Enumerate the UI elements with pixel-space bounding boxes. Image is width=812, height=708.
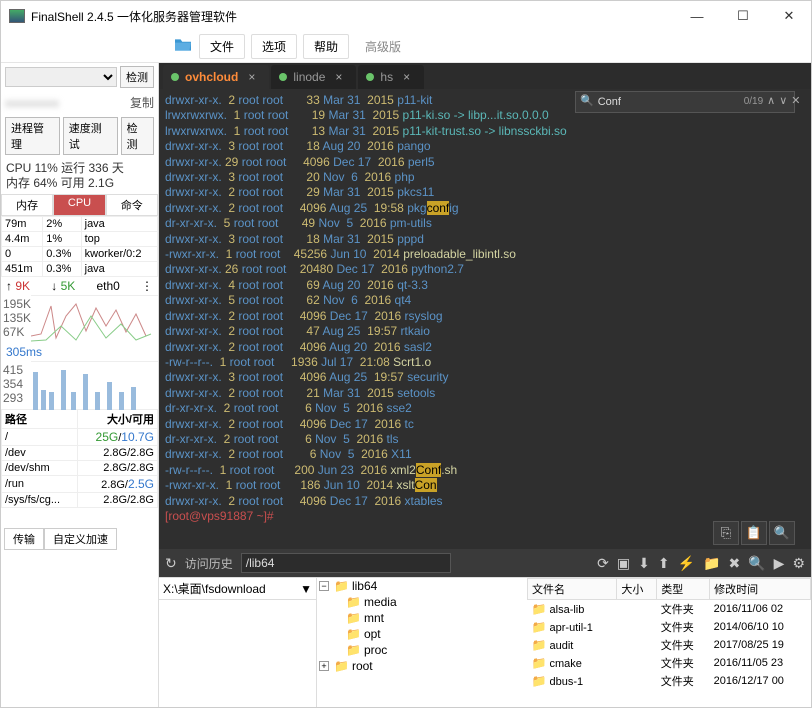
cpu-info: CPU 11% 运行 336 天 <box>6 161 153 176</box>
file-row[interactable]: 📁 alsa-lib文件夹2016/11/06 02 <box>528 600 811 619</box>
net-up: ↑ 9K <box>6 279 30 293</box>
mem-info: 内存 64% 可用 2.1G <box>6 176 153 191</box>
app-icon <box>9 9 25 23</box>
tree-node[interactable]: 📁 proc <box>317 642 527 658</box>
paste-icon[interactable]: 📋 <box>741 521 767 545</box>
local-path[interactable]: X:\桌面\fsdownload▼ <box>159 578 316 600</box>
search-next-icon[interactable]: ∨ <box>779 94 787 109</box>
file-list[interactable]: 文件名大小类型修改时间📁 alsa-lib文件夹2016/11/06 02📁 a… <box>527 578 811 707</box>
copy-icon[interactable]: ⎘ <box>713 521 739 545</box>
menu-options[interactable]: 选项 <box>251 34 297 59</box>
window-title: FinalShell 2.4.5 一体化服务器管理软件 <box>31 8 683 25</box>
copy-button[interactable]: 复制 <box>130 94 154 111</box>
tree-node[interactable]: 📁 mnt <box>317 610 527 626</box>
tab-close-icon[interactable]: × <box>403 70 410 84</box>
tab-transfer[interactable]: 传输 <box>4 528 44 550</box>
search-close-icon[interactable]: ✕ <box>791 94 800 109</box>
tab-custom-accel[interactable]: 自定义加速 <box>44 528 117 550</box>
prompt: [root@vps91887 ~]# <box>165 509 274 523</box>
delete-icon[interactable]: ✖ <box>728 555 740 572</box>
settings-icon[interactable]: ⚙ <box>792 555 805 572</box>
tab-ovhcloud[interactable]: ovhcloud× <box>163 65 269 89</box>
tab-close-icon[interactable]: × <box>248 70 255 84</box>
find-icon[interactable]: 🔍 <box>769 521 795 545</box>
search2-icon[interactable]: 🔍 <box>748 555 765 572</box>
host-label: xxxxxxxxx <box>5 96 59 110</box>
menu-pro[interactable]: 高级版 <box>355 35 411 58</box>
ping: 305ms <box>1 343 158 361</box>
ping-chart <box>31 361 158 409</box>
detect2-button[interactable]: 检测 <box>121 117 154 155</box>
search-box[interactable]: 🔍 0/19 ∧ ∨ ✕ <box>575 91 795 113</box>
net-if: eth0 <box>96 279 119 293</box>
host-select[interactable] <box>5 67 117 87</box>
net-down: ↓ 5K <box>51 279 75 293</box>
file-row[interactable]: 📁 audit文件夹2017/08/25 19 <box>528 636 811 654</box>
remote-tree[interactable]: −📁 lib64📁 media📁 mnt📁 opt📁 proc+📁 root <box>317 578 527 707</box>
search-prev-icon[interactable]: ∧ <box>767 94 775 109</box>
file-row[interactable]: 📁 dbus-1文件夹2016/12/17 00 <box>528 672 811 690</box>
close-button[interactable]: ✕ <box>775 6 803 26</box>
history-label: 访问历史 <box>185 555 233 572</box>
proc-mgr-button[interactable]: 进程管理 <box>5 117 60 155</box>
net-chart <box>31 295 158 343</box>
play-icon[interactable]: ▶ <box>774 555 785 572</box>
tree-node[interactable]: +📁 root <box>317 658 527 674</box>
minimize-button[interactable]: — <box>683 6 711 26</box>
tree-node[interactable]: −📁 lib64 <box>317 578 527 594</box>
new-folder-icon[interactable]: 📁 <box>703 555 720 572</box>
file-row[interactable]: 📁 cmake文件夹2016/11/05 23 <box>528 654 811 672</box>
search-count: 0/19 <box>744 94 763 109</box>
net-menu-icon[interactable]: ⋮ <box>141 279 153 293</box>
upload-icon[interactable]: ⬆ <box>658 555 670 572</box>
open-folder-icon[interactable] <box>173 37 193 56</box>
file-row[interactable]: 📁 apr-util-1文件夹2014/06/10 10 <box>528 618 811 636</box>
nav-up-icon[interactable]: ▣ <box>617 555 630 572</box>
tree-node[interactable]: 📁 opt <box>317 626 527 642</box>
tab-cmd[interactable]: 命令 <box>106 194 158 216</box>
tree-node[interactable]: 📁 media <box>317 594 527 610</box>
bolt-icon[interactable]: ⚡ <box>678 555 695 572</box>
menu-file[interactable]: 文件 <box>199 34 245 59</box>
tab-mem[interactable]: 内存 <box>1 194 53 216</box>
terminal[interactable]: 🔍 0/19 ∧ ∨ ✕ drwxr-xr-x. 2 root root 33 … <box>159 89 811 549</box>
search-input[interactable] <box>598 96 740 108</box>
refresh-icon[interactable]: ⟳ <box>597 555 609 572</box>
menu-help[interactable]: 帮助 <box>303 34 349 59</box>
search-icon: 🔍 <box>580 94 594 109</box>
path-input[interactable]: /lib64 <box>241 553 451 573</box>
tab-cpu[interactable]: CPU <box>53 194 105 216</box>
speed-test-button[interactable]: 速度测试 <box>63 117 118 155</box>
detect-button[interactable]: 检测 <box>120 66 154 88</box>
tab-hs[interactable]: hs× <box>358 65 424 89</box>
download-icon[interactable]: ⬇ <box>638 555 650 572</box>
history-icon[interactable]: ↻ <box>165 555 177 572</box>
tab-close-icon[interactable]: × <box>335 70 342 84</box>
tab-linode[interactable]: linode× <box>271 65 356 89</box>
proc-table: 79m2%java4.4m1%top00.3%kworker/0:2451m0.… <box>1 216 158 277</box>
maximize-button[interactable]: ☐ <box>729 6 757 26</box>
disk-table: 路径大小/可用 /25G/10.7G/dev2.8G/2.8G/dev/shm2… <box>1 409 158 508</box>
